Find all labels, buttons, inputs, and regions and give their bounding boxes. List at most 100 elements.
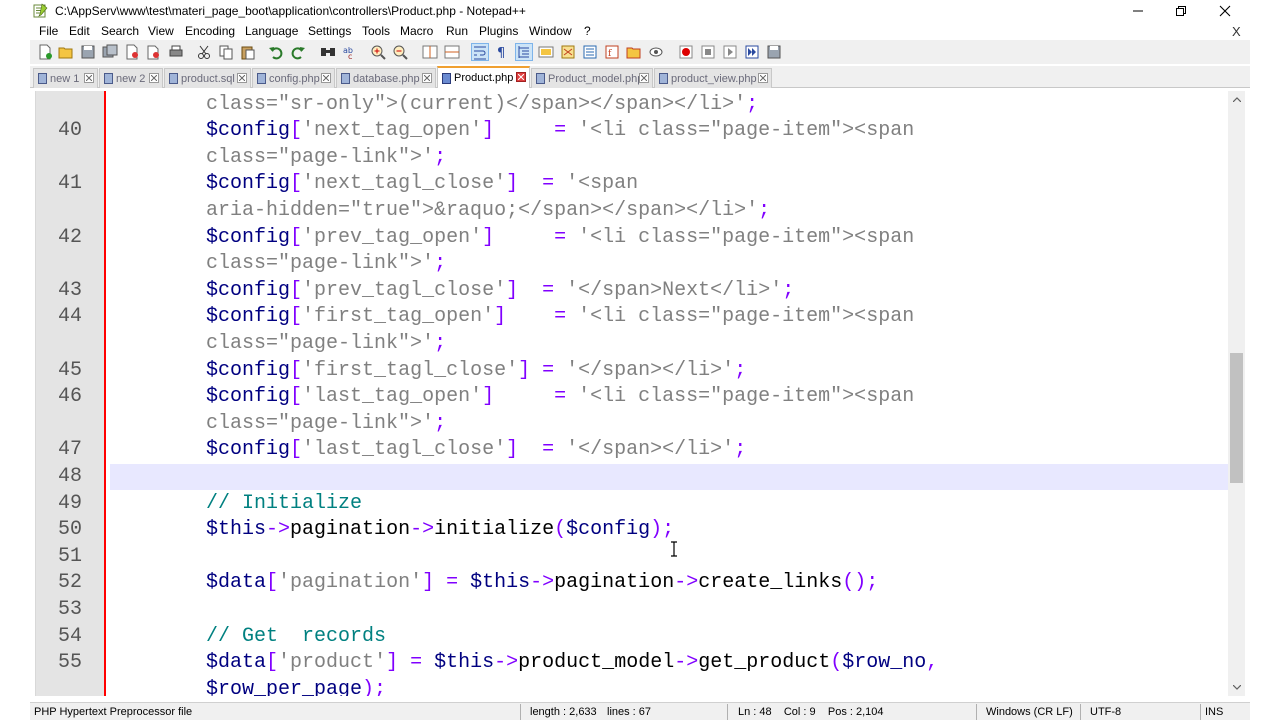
status-insert-mode[interactable]: INS xyxy=(1205,706,1223,718)
tab-product-php[interactable]: Product.php xyxy=(437,66,530,88)
close-file-icon[interactable] xyxy=(124,44,140,60)
tab-close-icon[interactable] xyxy=(516,72,526,82)
code-line[interactable]: aria-hidden="true">&raquo;</span></span>… xyxy=(110,198,1230,225)
folder-workspace-icon[interactable] xyxy=(626,44,642,60)
code-line[interactable]: class="page-link">'; xyxy=(110,251,1230,278)
code-line[interactable]: $row_per_page); xyxy=(110,677,1230,696)
tab-new-2[interactable]: new 2 xyxy=(99,68,163,88)
code-line[interactable]: $config['first_tagl_close'] = '</span></… xyxy=(110,358,1230,385)
paste-icon[interactable] xyxy=(240,44,256,60)
status-encoding[interactable]: UTF-8 xyxy=(1090,706,1121,718)
tab-close-icon[interactable] xyxy=(84,73,94,83)
code-line[interactable]: $config['last_tag_open'] = '<li class="p… xyxy=(110,384,1230,411)
zoom-in-icon[interactable] xyxy=(370,44,386,60)
save-macro-icon[interactable] xyxy=(766,44,782,60)
record-macro-icon[interactable] xyxy=(678,44,694,60)
play-macro-icon[interactable] xyxy=(722,44,738,60)
close-all-icon[interactable] xyxy=(146,44,162,60)
undo-icon[interactable] xyxy=(268,44,284,60)
menu-tools[interactable]: Tools xyxy=(362,24,390,38)
word-wrap-icon[interactable] xyxy=(471,43,489,61)
close-document-button[interactable]: X xyxy=(1232,24,1241,39)
monitoring-icon[interactable] xyxy=(648,44,664,60)
show-all-characters-icon[interactable]: ¶ xyxy=(494,44,510,60)
code-line[interactable]: $config['last_tagl_close'] = '</span></l… xyxy=(110,437,1230,464)
code-line[interactable]: $data['product'] = $this->product_model-… xyxy=(110,650,1230,677)
code-line[interactable]: // Initialize xyxy=(110,491,1230,518)
scroll-up-arrow-icon[interactable] xyxy=(1228,91,1245,108)
indent-guide-icon[interactable] xyxy=(515,43,533,61)
function-list-icon[interactable]: f xyxy=(604,44,620,60)
code-token: ( xyxy=(554,518,567,542)
current-code-line[interactable] xyxy=(110,463,1230,491)
code-token: class="page-link">' xyxy=(206,411,435,435)
run-macro-multiple-icon[interactable] xyxy=(744,44,760,60)
replace-icon[interactable]: ab c xyxy=(342,44,358,60)
stop-macro-icon[interactable] xyxy=(700,44,716,60)
tab-database-php[interactable]: database.php xyxy=(336,68,436,88)
new-file-icon[interactable] xyxy=(37,44,53,60)
scrollbar-thumb[interactable] xyxy=(1230,353,1243,483)
menu-macro[interactable]: Macro xyxy=(400,24,433,38)
redo-icon[interactable] xyxy=(290,44,306,60)
menu-encoding[interactable]: Encoding xyxy=(185,24,235,38)
code-line[interactable]: $config['first_tag_open'] = '<li class="… xyxy=(110,304,1230,331)
vertical-scrollbar[interactable] xyxy=(1228,91,1245,696)
copy-icon[interactable] xyxy=(218,44,234,60)
doc-map-icon[interactable] xyxy=(560,44,576,60)
status-eol-format[interactable]: Windows (CR LF) xyxy=(986,706,1073,718)
scroll-down-arrow-icon[interactable] xyxy=(1228,679,1245,696)
save-icon[interactable] xyxy=(80,44,96,60)
code-area[interactable]: class="sr-only">(current)</span></span><… xyxy=(110,91,1230,696)
menu-file[interactable]: File xyxy=(39,24,58,38)
code-line[interactable]: // Get records xyxy=(110,624,1230,651)
code-line[interactable]: $data['pagination'] = $this->pagination-… xyxy=(110,570,1230,597)
code-line[interactable]: $config['prev_tag_open'] = '<li class="p… xyxy=(110,225,1230,252)
code-line[interactable] xyxy=(110,597,1230,624)
menu-plugins[interactable]: Plugins xyxy=(479,24,518,38)
tab-new-1[interactable]: new 1 xyxy=(33,68,98,88)
tab-close-icon[interactable] xyxy=(321,73,331,83)
find-icon[interactable] xyxy=(320,44,336,60)
tab-config-php[interactable]: config.php xyxy=(252,68,335,88)
tab-close-icon[interactable] xyxy=(237,73,247,83)
open-file-icon[interactable] xyxy=(58,44,74,60)
minimize-button[interactable] xyxy=(1115,0,1161,22)
menu-help[interactable]: ? xyxy=(584,24,591,38)
udl-icon[interactable] xyxy=(538,44,554,60)
menu-edit[interactable]: Edit xyxy=(69,24,90,38)
code-line[interactable]: class="page-link">'; xyxy=(110,411,1230,438)
tab-close-icon[interactable] xyxy=(422,73,432,83)
print-icon[interactable] xyxy=(168,44,184,60)
code-line[interactable]: class="page-link">'; xyxy=(110,145,1230,172)
code-line[interactable]: $config['next_tagl_close'] = '<span xyxy=(110,171,1230,198)
code-line[interactable]: $this->pagination->initialize($config); xyxy=(110,517,1230,544)
code-line[interactable]: class="sr-only">(current)</span></span><… xyxy=(110,92,1230,119)
document-list-icon[interactable] xyxy=(582,44,598,60)
code-line[interactable]: $config['prev_tagl_close'] = '</span>Nex… xyxy=(110,278,1230,305)
menu-language[interactable]: Language xyxy=(245,24,298,38)
code-token: $config xyxy=(206,385,291,409)
save-all-icon[interactable] xyxy=(102,44,118,60)
menu-search[interactable]: Search xyxy=(101,24,139,38)
menu-settings[interactable]: Settings xyxy=(308,24,351,38)
tab-product-sql[interactable]: product.sql xyxy=(164,68,251,88)
zoom-out-icon[interactable] xyxy=(392,44,408,60)
close-window-button[interactable] xyxy=(1202,0,1248,22)
sync-vertical-icon[interactable] xyxy=(422,44,438,60)
cut-icon[interactable] xyxy=(196,44,212,60)
tab-close-icon[interactable] xyxy=(639,73,649,83)
code-editor[interactable]: 40 41 42 43 44 45 46 47 48 49 50 51 52 53 54 55 class="… xyxy=(35,91,1245,696)
menu-view[interactable]: View xyxy=(148,24,174,38)
code-line[interactable]: $config['next_tag_open'] = '<li class="p… xyxy=(110,118,1230,145)
restore-button[interactable] xyxy=(1158,0,1204,22)
tab-close-icon[interactable] xyxy=(149,73,159,83)
tab-product-view-php[interactable]: product_view.php xyxy=(654,68,772,88)
sync-horizontal-icon[interactable] xyxy=(444,44,460,60)
tab-close-icon[interactable] xyxy=(758,73,768,83)
menu-run[interactable]: Run xyxy=(446,24,468,38)
menu-window[interactable]: Window xyxy=(529,24,572,38)
code-line[interactable]: class="page-link">'; xyxy=(110,331,1230,358)
tab-product-model-php[interactable]: Product_model.php xyxy=(531,68,653,88)
